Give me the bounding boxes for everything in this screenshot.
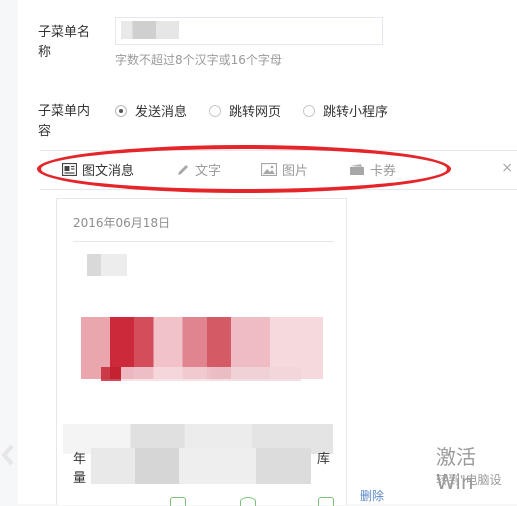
pixelated-cover-image [101,367,301,381]
divider [73,241,334,242]
radio-label: 发送消息 [135,105,188,120]
left-arrow-icon[interactable] [0,440,18,470]
radio-label: 跳转网页 [229,105,282,120]
tab-label: 图文消息 [82,164,135,179]
menu-name-label: 子菜单名称 [38,25,91,60]
radio-label: 跳转小程序 [323,105,389,120]
card-icon [350,164,364,175]
menu-content-label: 子菜单内容 [38,104,91,139]
radio-unchecked-icon [303,104,316,117]
close-icon[interactable]: × [501,160,513,176]
radio-jump-miniprogram[interactable]: 跳转小程序 [303,101,388,120]
tab-coupon[interactable]: 卡券 [349,160,396,179]
tab-image[interactable]: 图片 [261,160,308,179]
pixelated-text [63,424,333,454]
radio-checked-icon [115,104,127,117]
article-preview-card[interactable]: 2016年06月18日 年 量 库 [56,198,347,505]
toolbar-icon[interactable] [318,497,334,506]
pixelated-cover-image [81,317,323,379]
image-icon [261,163,277,176]
article-row-text: 年 [73,452,87,467]
pixelated-text [91,448,311,484]
toolbar-icon[interactable] [170,497,186,506]
activation-watermark-subtitle: 转到"电脑设 [436,473,502,487]
article-date: 2016年06月18日 [73,216,171,230]
tab-news[interactable]: 图文消息 [62,160,134,179]
radio-jump-webpage[interactable]: 跳转网页 [209,101,281,120]
news-icon [62,163,77,176]
radio-unchecked-icon [209,104,222,117]
article-row-text: 量 [73,471,87,486]
pen-icon [178,164,188,175]
menu-name-hint: 字数不超过8个汉字或16个字母 [115,53,282,67]
delete-link[interactable]: 删除 [360,487,384,504]
pixelated-text [87,254,127,276]
tab-text[interactable]: 文字 [176,160,221,179]
tab-label: 卡券 [370,164,397,179]
radio-send-message[interactable]: 发送消息 [115,101,187,120]
menu-name-input[interactable] [115,17,383,45]
tab-label: 图片 [282,164,309,179]
article-row-text: 库 [317,452,331,467]
message-type-tabs: 图文消息 文字 图片 卡券 × [40,150,517,190]
tab-label: 文字 [195,164,222,179]
toolbar-icon[interactable] [240,497,256,506]
content-type-radio-group: 发送消息 跳转网页 跳转小程序 [115,101,410,120]
